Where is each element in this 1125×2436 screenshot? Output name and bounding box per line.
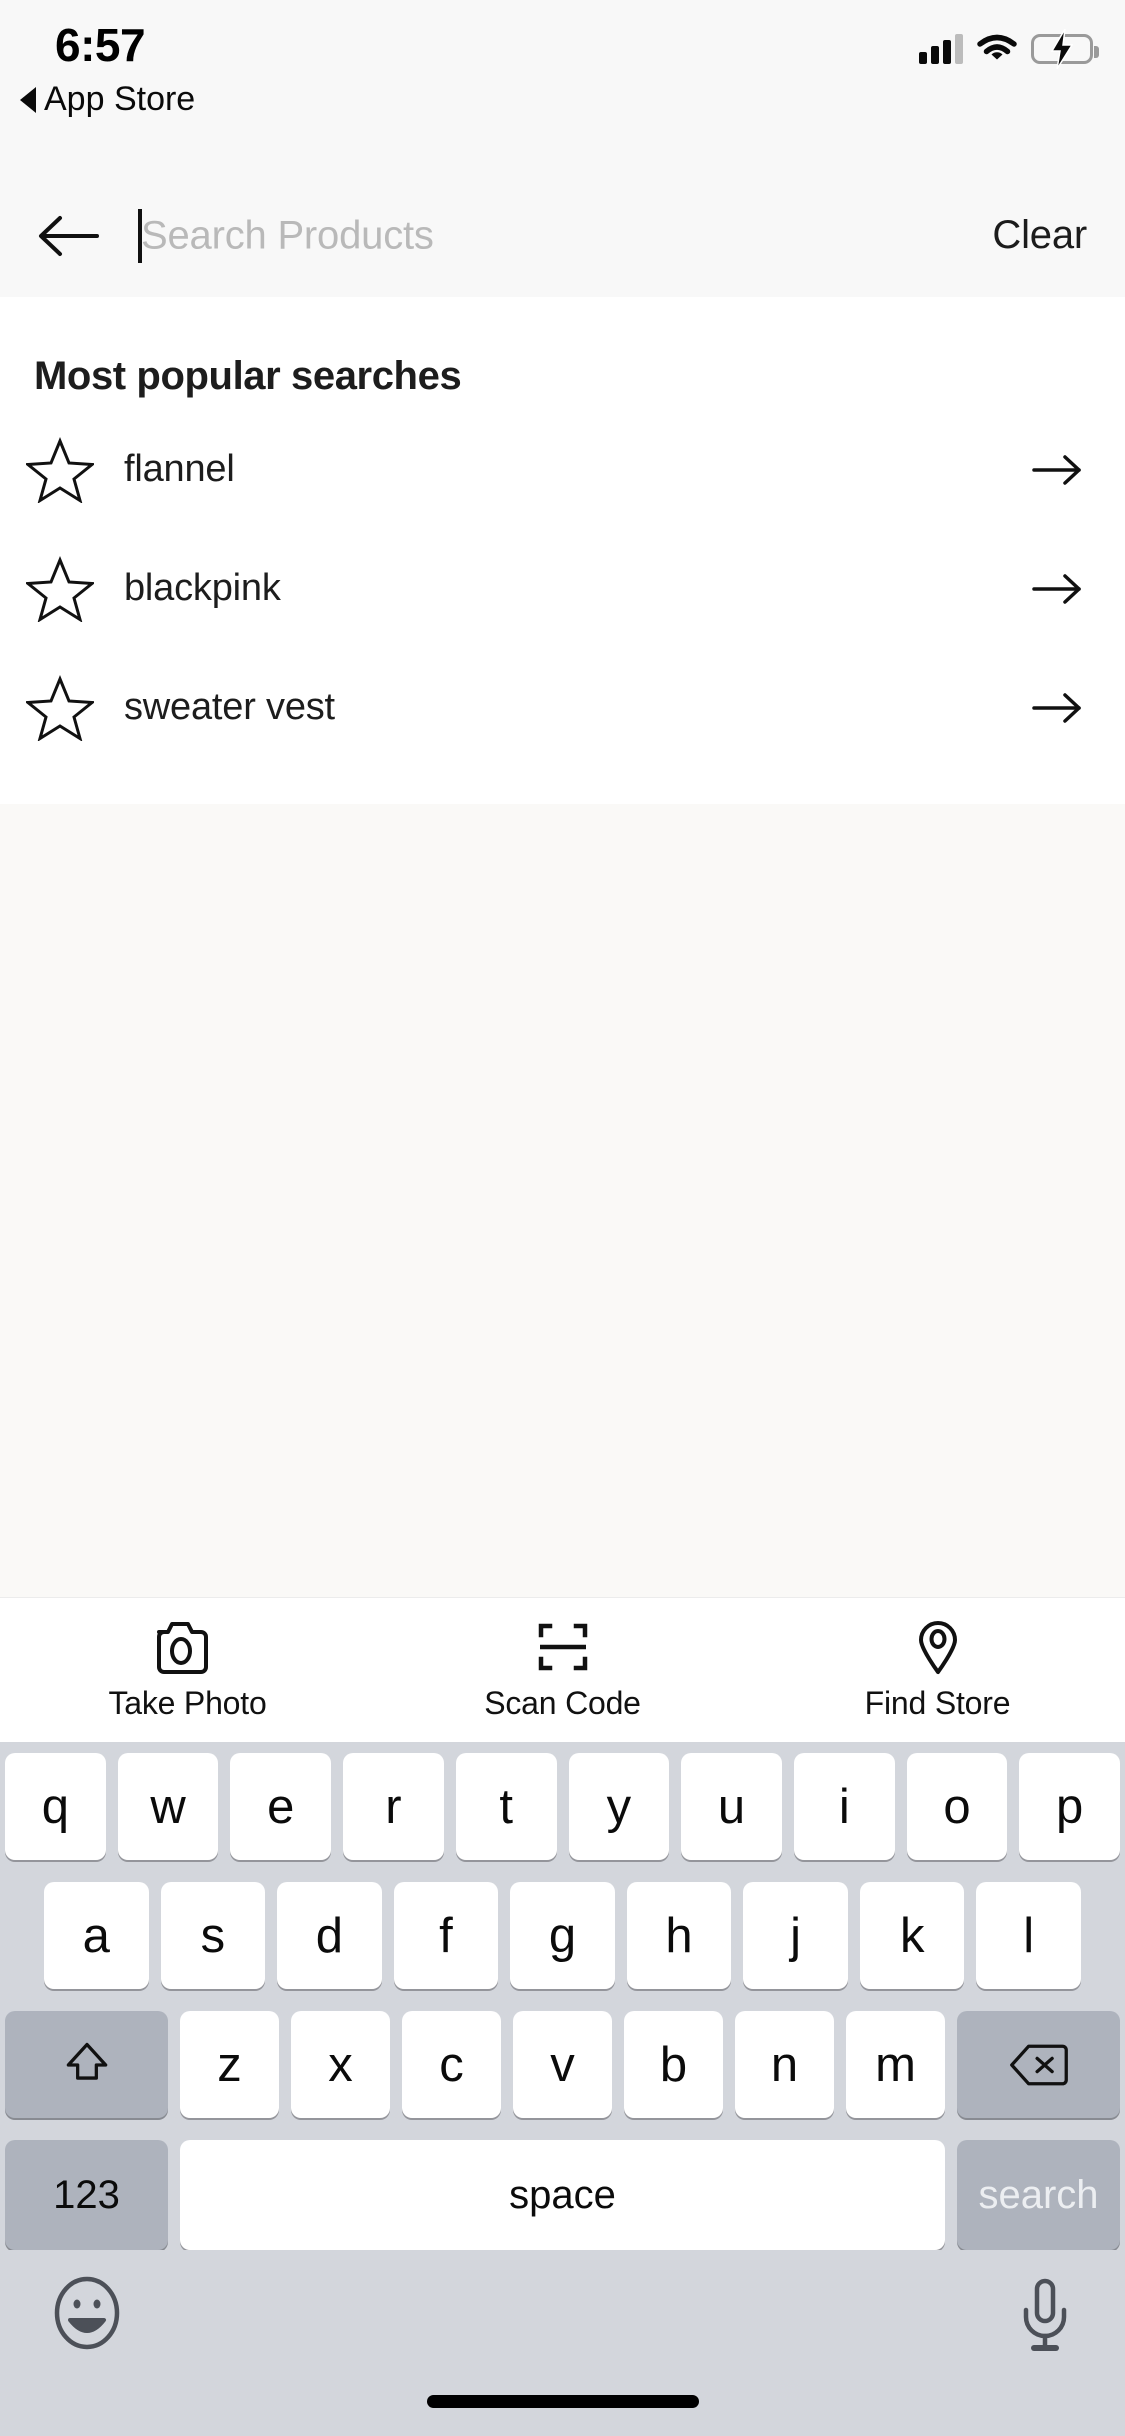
charging-bolt-icon (1050, 29, 1074, 69)
app-screen: 6:57 App Store Search Products Clear Mos… (0, 0, 1125, 2436)
suggestion-label: blackpink (124, 567, 281, 609)
key-c[interactable]: c (402, 2011, 501, 2118)
find-store-label: Find Store (864, 1685, 1011, 1721)
scan-code-label: Scan Code (484, 1685, 641, 1721)
find-store-button[interactable]: Find Store (750, 1598, 1125, 1742)
suggestion-row[interactable]: sweater vest (0, 659, 1125, 756)
keyboard-row-3: z x c v b n m (0, 2011, 1125, 2118)
key-o[interactable]: o (906, 1753, 1008, 1860)
key-u[interactable]: u (681, 1753, 782, 1860)
search-input[interactable]: Search Products (138, 206, 972, 266)
key-e[interactable]: e (230, 1753, 332, 1860)
on-screen-keyboard: q w e r t y u i o p a s d f g h j k l z … (0, 1742, 1125, 2436)
star-icon (24, 555, 96, 623)
back-arrow-icon[interactable] (34, 211, 102, 261)
back-to-app-store-link[interactable]: App Store (20, 80, 195, 119)
popular-searches-section: Most popular searches flannel blackpink … (0, 297, 1125, 804)
battery-icon (1031, 29, 1099, 69)
key-w[interactable]: w (117, 1753, 219, 1860)
scan-code-button[interactable]: Scan Code (375, 1598, 750, 1742)
key-b[interactable]: b (624, 2011, 723, 2118)
triangle-left-icon (20, 86, 36, 113)
status-bar-clock: 6:57 (55, 19, 146, 71)
take-photo-label: Take Photo (108, 1685, 267, 1721)
key-f[interactable]: f (393, 1882, 499, 1989)
camera-icon (153, 1618, 223, 1676)
backspace-key[interactable] (957, 2011, 1120, 2118)
quick-action-bar: Take Photo Scan Code Find Store (0, 1597, 1125, 1742)
cellular-signal-icon (919, 34, 963, 64)
arrow-right-icon[interactable] (1031, 688, 1083, 728)
key-r[interactable]: r (343, 1753, 444, 1860)
text-caret (138, 208, 142, 263)
shift-key[interactable] (5, 2011, 168, 2118)
suggestion-label: sweater vest (124, 686, 335, 728)
key-a[interactable]: a (43, 1882, 149, 1989)
search-placeholder: Search Products (141, 213, 434, 257)
arrow-right-icon[interactable] (1031, 450, 1083, 490)
key-j[interactable]: j (743, 1882, 848, 1989)
backspace-icon (1009, 2044, 1068, 2085)
arrow-right-icon[interactable] (1031, 569, 1083, 609)
key-h[interactable]: h (626, 1882, 732, 1989)
take-photo-button[interactable]: Take Photo (0, 1598, 375, 1742)
clear-button[interactable]: Clear (972, 213, 1087, 258)
back-app-label: App Store (44, 80, 196, 118)
keyboard-row-4: 123 space search (0, 2140, 1125, 2250)
location-pin-icon (903, 1618, 973, 1676)
key-q[interactable]: q (4, 1753, 106, 1860)
key-p[interactable]: p (1019, 1753, 1121, 1860)
key-k[interactable]: k (859, 1882, 965, 1989)
empty-results-area (0, 804, 1125, 1597)
star-icon (24, 674, 96, 742)
star-icon (24, 436, 96, 504)
key-g[interactable]: g (510, 1882, 615, 1989)
suggestion-row[interactable]: blackpink (0, 540, 1125, 637)
numbers-key[interactable]: 123 (5, 2140, 168, 2250)
search-return-key[interactable]: search (957, 2140, 1120, 2250)
key-m[interactable]: m (846, 2011, 945, 2118)
key-i[interactable]: i (793, 1753, 895, 1860)
status-bar: 6:57 App Store (0, 0, 1125, 174)
emoji-smiley-icon (54, 2276, 120, 2350)
suggestion-label: flannel (124, 448, 235, 490)
keyboard-bottom-bar (0, 2250, 1125, 2436)
emoji-key[interactable] (50, 2276, 124, 2355)
key-t[interactable]: t (455, 1753, 557, 1860)
key-z[interactable]: z (180, 2011, 279, 2118)
shift-arrow-icon (66, 2042, 107, 2080)
suggestion-row[interactable]: flannel (0, 421, 1125, 518)
search-bar: Search Products Clear (0, 174, 1125, 297)
scan-code-icon (528, 1618, 598, 1676)
wifi-icon (977, 34, 1017, 64)
keyboard-row-1: q w e r t y u i o p (0, 1753, 1125, 1860)
key-v[interactable]: v (513, 2011, 612, 2118)
microphone-icon (1023, 2278, 1067, 2351)
section-title: Most popular searches (34, 354, 462, 398)
dictation-key[interactable] (1015, 2276, 1075, 2361)
home-indicator (426, 2395, 699, 2408)
keyboard-row-2: a s d f g h j k l (0, 1882, 1125, 1989)
key-l[interactable]: l (976, 1882, 1082, 1989)
status-bar-indicators (919, 29, 1099, 69)
key-n[interactable]: n (735, 2011, 834, 2118)
key-y[interactable]: y (568, 1753, 670, 1860)
key-d[interactable]: d (277, 1882, 382, 1989)
space-key[interactable]: space (180, 2140, 945, 2250)
key-x[interactable]: x (291, 2011, 390, 2118)
key-s[interactable]: s (160, 1882, 266, 1989)
